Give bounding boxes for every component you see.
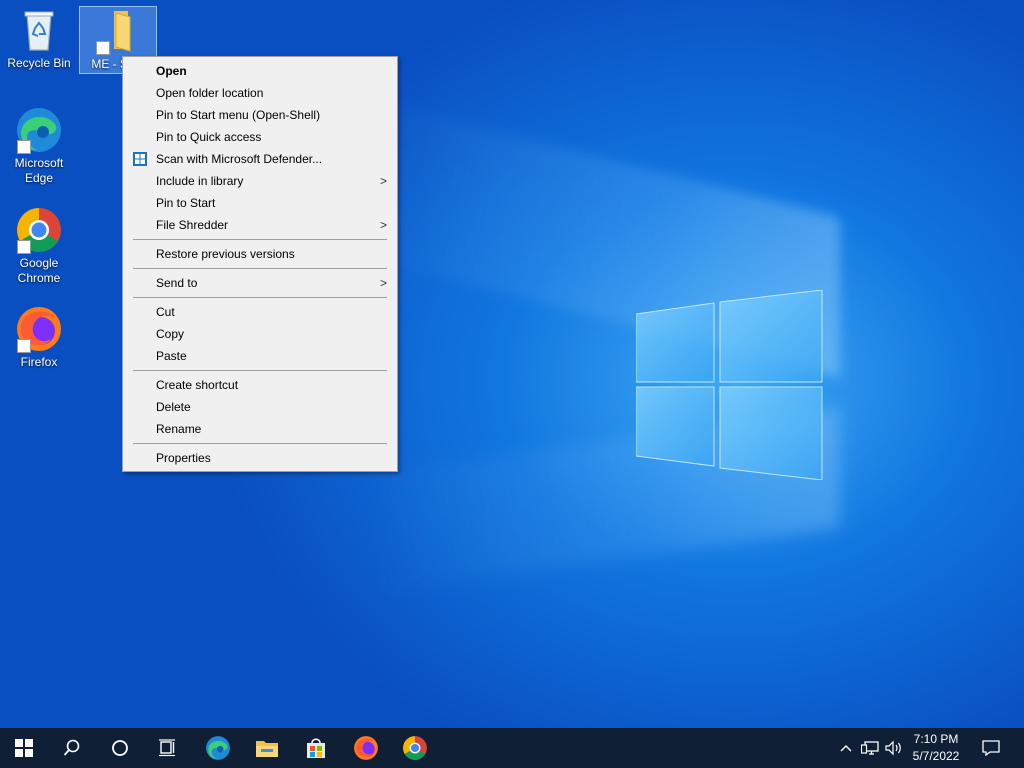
edge-icon	[206, 736, 230, 760]
clock-time: 7:10 PM	[913, 732, 959, 746]
menu-item-pin-to-start-menu-open-shell[interactable]: Pin to Start menu (Open-Shell)	[123, 104, 397, 126]
menu-item-open-folder-location[interactable]: Open folder location	[123, 82, 397, 104]
shortcut-arrow-icon	[17, 140, 31, 154]
network-icon	[861, 741, 879, 755]
menu-item-properties[interactable]: Properties	[123, 447, 397, 469]
desktop-icon-label: Microsoft Edge	[14, 156, 64, 185]
folder-icon	[94, 7, 142, 55]
taskbar-clock[interactable]: 7:10 PM 5/7/2022	[906, 731, 966, 765]
chrome-icon	[15, 206, 63, 254]
menu-item-label: File Shredder	[156, 218, 229, 232]
menu-item-label: Pin to Start	[156, 196, 216, 210]
desktop-icon-recycle-bin[interactable]: Recycle Bin	[1, 6, 77, 71]
notification-icon	[982, 740, 1000, 756]
desktop[interactable]: Recycle Bin ME - Sh... Microsoft Edge Go…	[0, 0, 1024, 728]
shortcut-arrow-icon	[17, 240, 31, 254]
menu-item-label: Open	[156, 64, 187, 78]
menu-item-file-shredder[interactable]: File Shredder >	[123, 214, 397, 236]
recycle-bin-icon	[15, 6, 63, 54]
task-view-button[interactable]	[144, 728, 192, 768]
menu-item-pin-to-quick-access[interactable]: Pin to Quick access	[123, 126, 397, 148]
menu-separator	[133, 239, 387, 240]
shortcut-arrow-icon	[17, 339, 31, 353]
search-icon	[63, 739, 80, 756]
windows-start-icon	[15, 739, 33, 757]
chevron-up-icon	[840, 745, 852, 752]
menu-item-restore-previous-versions[interactable]: Restore previous versions	[123, 243, 397, 265]
taskbar-chrome-button[interactable]	[391, 728, 439, 768]
menu-item-create-shortcut[interactable]: Create shortcut	[123, 374, 397, 396]
menu-item-include-in-library[interactable]: Include in library >	[123, 170, 397, 192]
tray-show-hidden-button[interactable]	[834, 728, 858, 768]
firefox-icon	[354, 736, 378, 760]
menu-item-send-to[interactable]: Send to >	[123, 272, 397, 294]
taskbar-store-button[interactable]	[292, 728, 340, 768]
firefox-icon	[15, 305, 63, 353]
menu-item-cut[interactable]: Cut	[123, 301, 397, 323]
clock-date: 5/7/2022	[912, 749, 960, 763]
menu-item-label: Paste	[156, 349, 187, 363]
menu-item-scan-with-defender[interactable]: Scan with Microsoft Defender...	[123, 148, 397, 170]
search-button[interactable]	[48, 728, 96, 768]
menu-item-open[interactable]: Open	[123, 60, 397, 82]
menu-item-label: Pin to Quick access	[156, 130, 262, 144]
defender-shield-icon	[133, 152, 147, 166]
tray-volume-button[interactable]	[882, 728, 906, 768]
menu-separator	[133, 297, 387, 298]
taskbar-firefox-button[interactable]	[342, 728, 390, 768]
menu-item-label: Scan with Microsoft Defender...	[156, 152, 323, 166]
shortcut-arrow-icon	[96, 41, 110, 55]
menu-item-label: Properties	[156, 451, 211, 465]
file-explorer-folder-icon	[256, 741, 278, 757]
chevron-right-icon: >	[379, 218, 387, 232]
cortana-circle-icon	[112, 740, 128, 756]
edge-icon	[15, 106, 63, 154]
desktop-icon-google-chrome[interactable]: Google Chrome	[1, 206, 77, 286]
chevron-right-icon: >	[379, 174, 387, 188]
menu-item-label: Pin to Start menu (Open-Shell)	[156, 108, 321, 122]
desktop-icon-label: Recycle Bin	[7, 56, 71, 70]
tray-network-button[interactable]	[858, 728, 882, 768]
taskbar-edge-button[interactable]	[194, 728, 242, 768]
task-view-icon	[159, 739, 175, 757]
menu-item-label: Restore previous versions	[156, 247, 295, 261]
context-menu: Open Open folder location Pin to Start m…	[122, 56, 398, 472]
menu-item-label: Copy	[156, 327, 185, 341]
action-center-button[interactable]	[968, 728, 1014, 768]
menu-item-paste[interactable]: Paste	[123, 345, 397, 367]
desktop-icon-microsoft-edge[interactable]: Microsoft Edge	[1, 106, 77, 186]
menu-item-copy[interactable]: Copy	[123, 323, 397, 345]
windows-logo-wallpaper	[636, 290, 823, 480]
desktop-icon-label: Google Chrome	[17, 256, 61, 285]
menu-item-label: Cut	[156, 305, 175, 319]
taskbar-file-explorer-button[interactable]	[243, 728, 291, 768]
menu-item-pin-to-start[interactable]: Pin to Start	[123, 192, 397, 214]
menu-item-label: Delete	[156, 400, 191, 414]
menu-item-delete[interactable]: Delete	[123, 396, 397, 418]
menu-item-rename[interactable]: Rename	[123, 418, 397, 440]
menu-separator	[133, 370, 387, 371]
desktop-icon-label: Firefox	[20, 355, 58, 369]
store-bag-icon	[307, 738, 325, 758]
taskbar: 7:10 PM 5/7/2022	[0, 728, 1024, 768]
desktop-icon-firefox[interactable]: Firefox	[1, 305, 77, 370]
menu-item-label: Send to	[156, 276, 198, 290]
menu-item-label: Create shortcut	[156, 378, 239, 392]
start-button[interactable]	[0, 728, 48, 768]
menu-separator	[133, 268, 387, 269]
menu-item-label: Rename	[156, 422, 202, 436]
menu-separator	[133, 443, 387, 444]
speaker-icon	[885, 740, 901, 756]
chrome-icon	[403, 736, 427, 760]
menu-item-label: Open folder location	[156, 86, 264, 100]
cortana-button[interactable]	[96, 728, 144, 768]
chevron-right-icon: >	[379, 276, 387, 290]
menu-item-label: Include in library	[156, 174, 244, 188]
